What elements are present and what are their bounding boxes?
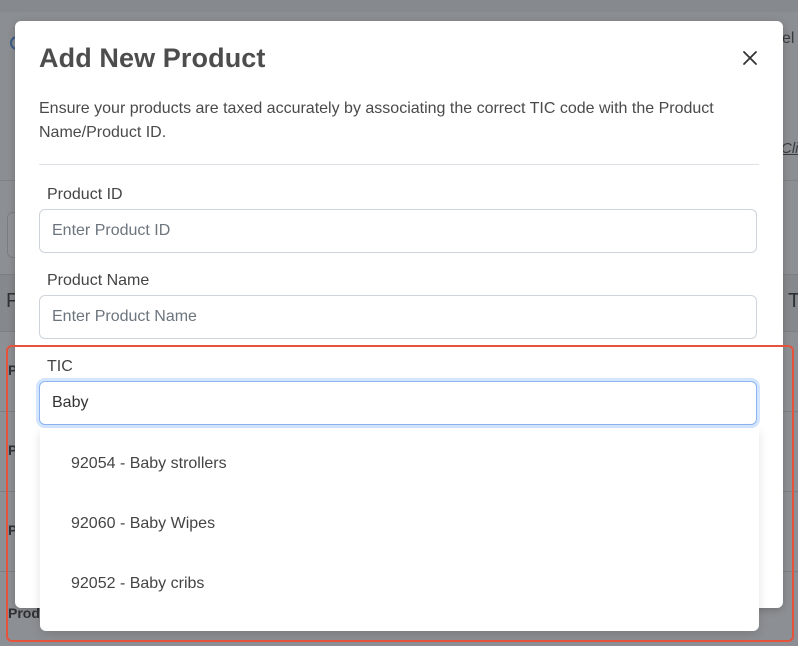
background-link: Clic xyxy=(781,140,798,157)
close-button[interactable] xyxy=(735,43,765,73)
product-name-input[interactable] xyxy=(39,295,757,339)
modal-description: Ensure your products are taxed accuratel… xyxy=(39,100,714,141)
background-top-right-text: el xyxy=(782,30,795,47)
background-table-header-right: T xyxy=(788,290,798,312)
close-icon xyxy=(743,51,757,65)
tic-search-input[interactable] xyxy=(39,381,757,425)
divider xyxy=(39,164,759,165)
product-id-input[interactable] xyxy=(39,209,757,253)
tic-label: TIC xyxy=(47,358,73,375)
dropdown-option[interactable]: 92054 - Baby strollers xyxy=(40,434,759,494)
product-name-label: Product Name xyxy=(47,272,150,289)
dropdown-option[interactable]: 92052 - Baby cribs xyxy=(40,554,759,614)
product-id-label: Product ID xyxy=(47,186,123,203)
modal-title: Add New Product xyxy=(39,43,266,73)
dropdown-option[interactable]: 92060 - Baby Wipes xyxy=(40,494,759,554)
tic-dropdown: 92054 - Baby strollers 92060 - Baby Wipe… xyxy=(40,428,759,631)
